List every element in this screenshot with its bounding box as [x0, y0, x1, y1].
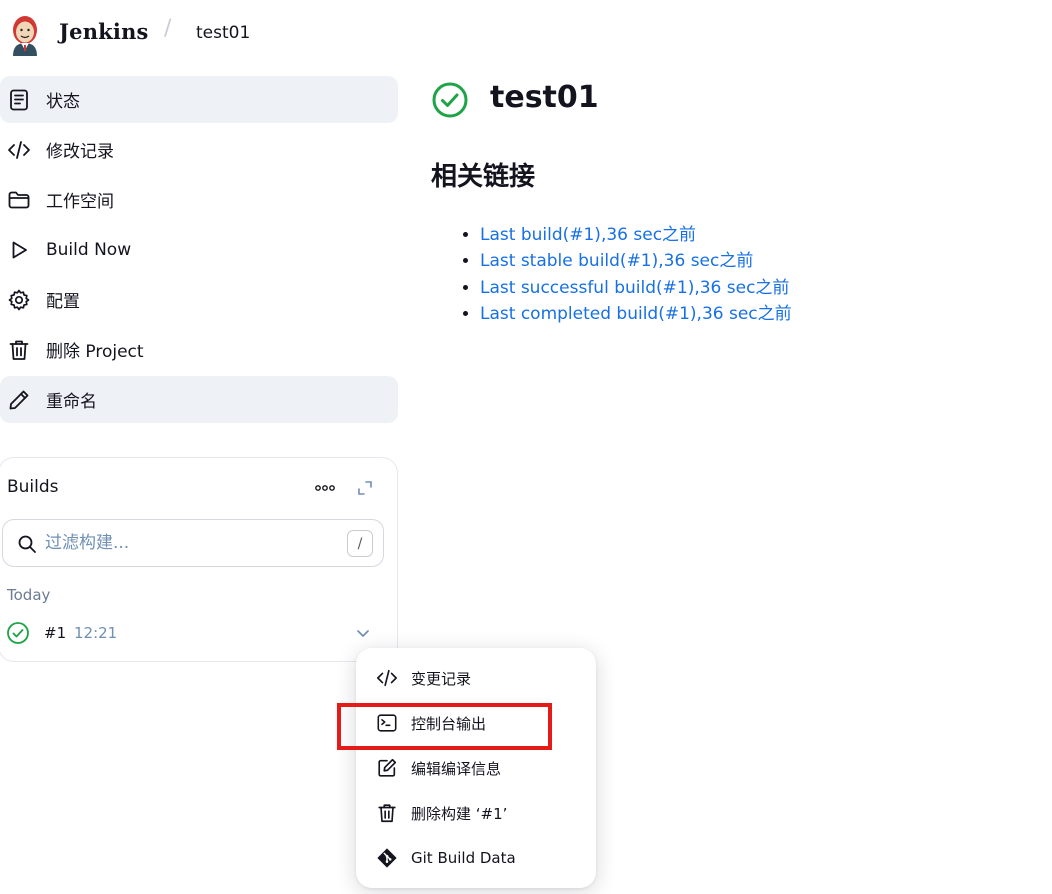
code-icon — [375, 666, 399, 690]
success-icon — [432, 82, 468, 118]
last-successful-build-link[interactable]: Last successful build(#1),36 sec之前 — [480, 278, 789, 298]
edit-icon — [375, 756, 399, 780]
git-icon — [375, 846, 399, 870]
build-number[interactable]: #1 — [44, 624, 66, 642]
nav-label: 配置 — [46, 292, 80, 312]
build-time: 12:21 — [74, 624, 118, 642]
pencil-icon — [6, 387, 32, 413]
code-icon — [6, 137, 32, 163]
side-nav: 状态 修改记录 工作空间 Build Now 配置 删除 Project 重命名 — [0, 76, 398, 426]
last-build-link[interactable]: Last build(#1),36 sec之前 — [480, 225, 696, 245]
menu-label: 控制台输出 — [411, 714, 487, 733]
nav-item-changes[interactable]: 修改记录 — [0, 126, 398, 173]
builds-title: Builds — [7, 477, 59, 497]
nav-label: Build Now — [46, 239, 132, 260]
nav-item-status[interactable]: 状态 — [0, 76, 398, 123]
build-row[interactable]: #1 12:21 — [3, 618, 387, 648]
menu-item-edit-build-info[interactable]: 编辑编译信息 — [366, 748, 586, 788]
last-stable-build-link[interactable]: Last stable build(#1),36 sec之前 — [480, 251, 753, 271]
nav-item-delete-project[interactable]: 删除 Project — [0, 326, 398, 373]
list-item: Last build(#1),36 sec之前 — [480, 222, 792, 248]
build-filter-box: / — [2, 519, 384, 567]
breadcrumb-separator: / — [164, 16, 172, 41]
menu-label: 删除构建 ‘#1’ — [411, 804, 508, 823]
nav-item-configure[interactable]: 配置 — [0, 276, 398, 323]
nav-label: 工作空间 — [46, 192, 114, 212]
nav-item-build-now[interactable]: Build Now — [0, 226, 398, 273]
terminal-icon — [375, 711, 399, 735]
more-options-icon[interactable] — [313, 479, 337, 497]
breadcrumb-project[interactable]: test01 — [196, 23, 250, 43]
list-item: Last stable build(#1),36 sec之前 — [480, 248, 792, 274]
success-icon — [7, 622, 29, 644]
nav-label: 修改记录 — [46, 142, 114, 162]
list-item: Last completed build(#1),36 sec之前 — [480, 301, 792, 327]
nav-label: 重命名 — [46, 392, 97, 412]
build-group-label: Today — [7, 586, 51, 604]
nav-item-workspace[interactable]: 工作空间 — [0, 176, 398, 223]
gear-icon — [6, 287, 32, 313]
page: Jenkins / test01 状态 修改记录 工作空间 Build Now … — [0, 0, 1052, 894]
menu-label: 变更记录 — [411, 669, 472, 688]
menu-item-changes[interactable]: 变更记录 — [366, 658, 586, 698]
trash-icon — [6, 337, 32, 363]
menu-label: 编辑编译信息 — [411, 759, 502, 778]
folder-icon — [6, 187, 32, 213]
builds-panel: Builds / Today #1 12:21 — [0, 457, 398, 662]
jenkins-logo[interactable] — [6, 12, 44, 56]
menu-item-console-output[interactable]: 控制台输出 — [366, 703, 586, 743]
last-completed-build-link[interactable]: Last completed build(#1),36 sec之前 — [480, 304, 792, 324]
menu-item-delete-build[interactable]: 删除构建 ‘#1’ — [366, 793, 586, 833]
build-context-menu: 变更记录 控制台输出 编辑编译信息 删除构建 ‘#1’ Git Build Da… — [356, 648, 596, 888]
search-icon — [18, 535, 36, 553]
page-title: test01 — [490, 80, 599, 115]
document-icon — [6, 87, 32, 113]
related-links-list: Last build(#1),36 sec之前 Last stable buil… — [461, 222, 792, 327]
nav-item-rename[interactable]: 重命名 — [0, 376, 398, 423]
play-icon — [6, 237, 32, 263]
header: Jenkins / test01 — [0, 0, 1052, 70]
build-filter-input[interactable] — [45, 528, 335, 558]
nav-label: 删除 Project — [46, 342, 144, 362]
menu-label: Git Build Data — [411, 849, 516, 867]
menu-item-git-build-data[interactable]: Git Build Data — [366, 838, 586, 878]
chevron-down-icon[interactable] — [354, 624, 372, 642]
trash-icon — [375, 801, 399, 825]
brand-name[interactable]: Jenkins — [59, 19, 149, 44]
list-item: Last successful build(#1),36 sec之前 — [480, 275, 792, 301]
shortcut-hint: / — [347, 530, 373, 557]
expand-icon[interactable] — [355, 478, 375, 498]
related-links-heading: 相关链接 — [431, 162, 536, 192]
nav-label: 状态 — [46, 92, 80, 112]
